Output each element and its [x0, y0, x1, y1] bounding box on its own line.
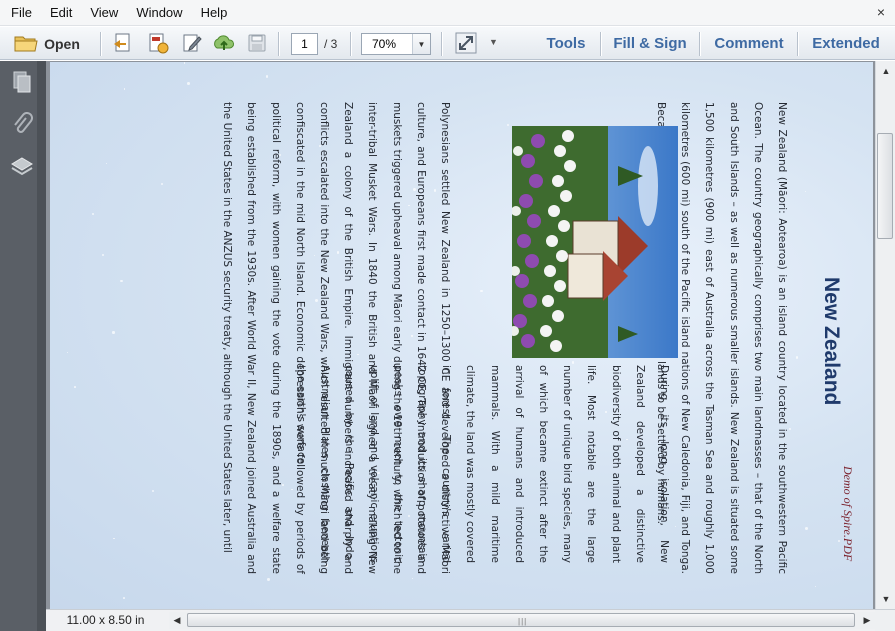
comment-pane-button[interactable]: Comment — [707, 30, 791, 58]
rotated-page-content: Demo of Spire.PDF New Zealand New Zealan… — [50, 62, 873, 609]
page-total-label: / 3 — [324, 37, 338, 51]
document-viewport[interactable]: Demo of Spire.PDF New Zealand New Zealan… — [46, 61, 875, 609]
toolbar-separator — [100, 32, 101, 56]
scroll-right-icon[interactable]: ▶ — [859, 612, 875, 629]
menu-help[interactable]: Help — [192, 0, 237, 26]
zoom-value: 70% — [372, 37, 397, 51]
scroll-down-icon[interactable]: ▼ — [878, 591, 894, 607]
scroll-grip-icon: ||| — [518, 617, 528, 626]
close-document-icon[interactable]: × — [873, 4, 889, 20]
fill-sign-pane-button[interactable]: Fill & Sign — [608, 30, 692, 58]
tools-pane-button[interactable]: Tools — [538, 30, 594, 58]
vertical-scroll-thumb[interactable] — [877, 133, 893, 239]
layers-icon — [10, 154, 34, 181]
toolbar-options-chevron-icon[interactable]: ▼ — [489, 37, 498, 47]
zoom-select[interactable]: 70% ▼ — [361, 33, 431, 55]
chevron-down-icon[interactable]: ▼ — [412, 34, 430, 54]
resize-corner — [875, 610, 895, 631]
menu-file[interactable]: File — [2, 0, 41, 26]
edit-pdf-icon — [181, 32, 203, 57]
extended-pane-button[interactable]: Extended — [805, 30, 887, 58]
toolbar-separator — [699, 32, 700, 56]
open-label: Open — [44, 36, 80, 52]
navigation-panel — [0, 61, 46, 631]
menu-view[interactable]: View — [81, 0, 127, 26]
upload-button[interactable] — [209, 30, 239, 58]
menu-bar: File Edit View Window Help × — [0, 0, 895, 26]
attachments-icon — [11, 111, 33, 139]
save-button[interactable] — [242, 30, 272, 58]
vertical-scrollbar[interactable]: ▲ ▼ — [875, 61, 895, 609]
layers-button[interactable] — [8, 153, 36, 181]
toolbar-separator — [797, 32, 798, 56]
page-size-label: 11.00 x 8.50 in — [66, 613, 145, 627]
attachments-button[interactable] — [8, 111, 36, 139]
horizontal-scroll-thumb[interactable]: ||| — [187, 613, 855, 627]
expand-arrows-icon — [455, 32, 477, 57]
export-pdf-icon — [147, 32, 169, 57]
horizontal-scrollbar[interactable]: ◀ ||| ▶ — [169, 612, 875, 629]
create-pdf-button[interactable] — [108, 30, 138, 58]
toolbar-separator — [441, 32, 442, 56]
save-icon — [247, 33, 267, 56]
scroll-left-icon[interactable]: ◀ — [169, 612, 185, 629]
toolbar: Open 1 / 3 70% ▼ ▼ Tools Fill & Sign Com… — [0, 27, 895, 60]
page-thumbnails-button[interactable] — [8, 69, 36, 97]
pdf-page: Demo of Spire.PDF New Zealand New Zealan… — [50, 62, 873, 609]
edit-pdf-button[interactable] — [177, 30, 207, 58]
scroll-up-icon[interactable]: ▲ — [878, 63, 894, 79]
status-bar: 11.00 x 8.50 in ◀ ||| ▶ — [46, 609, 895, 631]
toolbar-separator — [600, 32, 601, 56]
demo-watermark: Demo of Spire.PDF — [841, 466, 855, 562]
open-button[interactable]: Open — [6, 30, 88, 58]
toolbar-separator — [350, 32, 351, 56]
open-folder-icon — [14, 33, 38, 56]
panel-collapse-handle[interactable] — [37, 61, 46, 631]
paragraph-history: Polynesians settled New Zealand in 1250–… — [221, 102, 451, 574]
new-zealand-photo — [512, 126, 678, 358]
full-screen-button[interactable] — [451, 30, 481, 58]
menu-edit[interactable]: Edit — [41, 0, 81, 26]
page-thumbnails-icon — [11, 70, 33, 97]
upload-cloud-icon — [212, 32, 236, 57]
menu-window[interactable]: Window — [127, 0, 191, 26]
create-pdf-icon — [112, 32, 134, 57]
toolbar-separator — [278, 32, 279, 56]
export-pdf-button[interactable] — [143, 30, 173, 58]
document-title: New Zealand — [820, 277, 843, 406]
page-number-input[interactable]: 1 — [291, 33, 318, 55]
